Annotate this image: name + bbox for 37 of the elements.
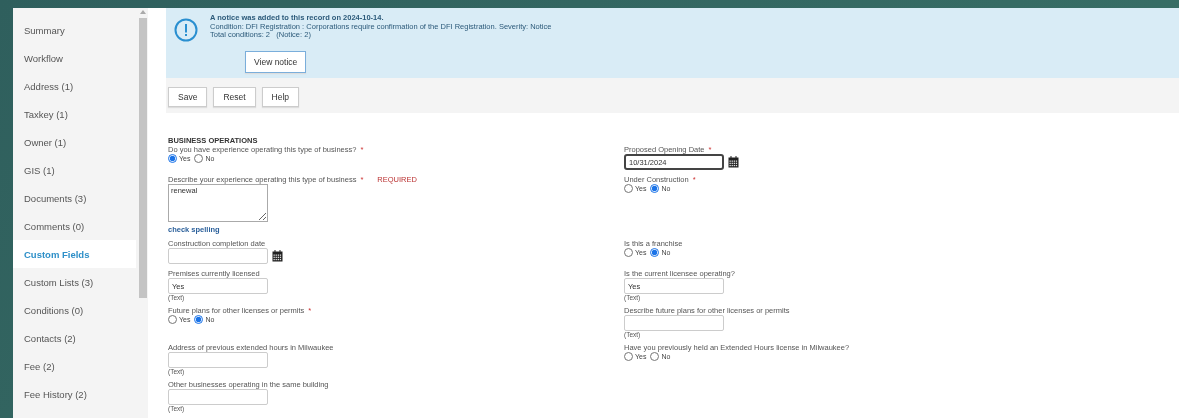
calendar-icon[interactable] xyxy=(272,250,283,262)
radio-button[interactable] xyxy=(650,248,660,257)
toolbar-button[interactable]: Save xyxy=(168,87,208,107)
radio-button[interactable] xyxy=(650,184,660,193)
sidebar-item[interactable]: Custom Lists (3) xyxy=(13,268,138,296)
sidebar-item[interactable]: Fee History (2) xyxy=(13,380,138,408)
input-field[interactable] xyxy=(168,389,268,405)
toolbar-button[interactable]: Help xyxy=(261,87,300,107)
sidebar-item[interactable]: Fee (2) xyxy=(13,352,138,380)
date-field[interactable] xyxy=(168,248,268,264)
input-field[interactable] xyxy=(624,315,724,331)
radio-button[interactable] xyxy=(650,352,660,361)
radio-button[interactable] xyxy=(624,352,633,361)
toolbar-button[interactable]: Reset xyxy=(213,87,256,107)
radio-button[interactable] xyxy=(194,154,204,163)
radio-button[interactable] xyxy=(624,248,633,257)
sidebar-item[interactable]: Owner (1) xyxy=(13,128,138,156)
sidebar-item[interactable]: Documents (3) xyxy=(13,184,138,212)
scrollbar[interactable] xyxy=(138,8,148,418)
view-notice-button[interactable]: View notice xyxy=(245,50,307,73)
sidebar-item[interactable]: Comments (0) xyxy=(13,212,138,240)
sidebar-item[interactable]: Custom Fields xyxy=(13,240,136,268)
sidebar-item[interactable]: GIS (1) xyxy=(13,156,138,184)
radio-button[interactable] xyxy=(624,184,633,193)
scroll-up-icon[interactable] xyxy=(140,10,146,14)
calendar-icon[interactable] xyxy=(728,156,739,168)
sidebar-item[interactable]: Conditions (0) xyxy=(13,296,138,324)
radio-button[interactable] xyxy=(194,315,204,324)
sidebar-item[interactable]: Workflow xyxy=(13,44,138,72)
sidebar-item[interactable]: Address (1) xyxy=(13,72,138,100)
sidebar-item[interactable]: Summary xyxy=(13,16,138,44)
exclamation-icon xyxy=(174,18,198,42)
radio-button[interactable] xyxy=(168,154,177,163)
sidebar-item[interactable]: Taxkey (1) xyxy=(13,100,138,128)
input-field[interactable] xyxy=(168,352,268,368)
radio-button[interactable] xyxy=(168,315,177,324)
sidebar-item[interactable]: Contacts (2) xyxy=(13,324,138,352)
